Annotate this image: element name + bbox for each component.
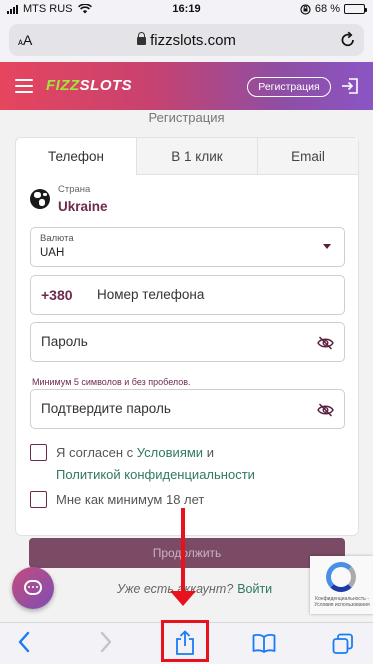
terms-link[interactable]: Условиями	[137, 445, 203, 460]
eye-off-icon[interactable]	[317, 403, 334, 417]
registration-tabs: Телефон В 1 клик Email	[16, 138, 358, 175]
recaptcha-icon	[326, 562, 356, 592]
terms-checkbox[interactable]	[30, 444, 47, 461]
register-button[interactable]: Регистрация	[247, 77, 331, 97]
tab-phone[interactable]: Телефон	[16, 138, 136, 175]
logo-part-slots: SLOTS	[79, 77, 133, 94]
globe-icon	[30, 189, 50, 209]
recaptcha-badge[interactable]: Конфиденциальность - Условия использован…	[310, 556, 373, 614]
forward-icon[interactable]	[99, 631, 113, 653]
currency-value: UAH	[40, 247, 65, 259]
terms-text-line2: Политикой конфиденциальности	[56, 467, 255, 482]
site-logo[interactable]: FIZZSLOTS	[46, 77, 132, 94]
back-icon[interactable]	[17, 631, 31, 653]
age-confirmation-label: Мне как минимум 18 лет	[56, 492, 205, 507]
orientation-lock-icon	[300, 3, 311, 15]
annotation-arrow-head	[170, 591, 196, 606]
address-bar[interactable]: ᴀA fizzslots.com	[9, 24, 364, 56]
terms-prefix: Я согласен с	[56, 445, 134, 460]
tabs-icon[interactable]	[332, 633, 354, 655]
status-bar: MTS RUS 16:19 68 %	[0, 0, 373, 20]
battery-icon	[344, 4, 367, 14]
browser-url-area: ᴀA fizzslots.com	[0, 20, 373, 60]
password-hint: Минимум 5 символов и без пробелов.	[32, 377, 191, 387]
battery-percent: 68 %	[314, 3, 340, 15]
terms-text-line1: Я согласен с Условиями и	[56, 445, 214, 460]
tab-email[interactable]: Email	[257, 138, 358, 175]
status-right: 68 %	[300, 3, 367, 15]
url-display[interactable]: fizzslots.com	[9, 32, 364, 49]
eye-off-icon[interactable]	[317, 336, 334, 350]
confirm-password-field[interactable]: Подтвердите пароль	[30, 389, 345, 429]
currency-label: Валюта	[40, 233, 74, 244]
registration-card: Телефон В 1 клик Email Страна Ukraine Ва…	[15, 137, 359, 536]
confirm-password-placeholder: Подтвердите пароль	[41, 401, 171, 416]
continue-button[interactable]: Продолжить	[29, 538, 345, 568]
privacy-policy-link[interactable]: Политикой конфиденциальности	[56, 467, 255, 482]
password-field[interactable]: Пароль	[30, 322, 345, 362]
annotation-highlight-box	[161, 620, 209, 662]
chevron-down-icon	[323, 244, 331, 249]
page-content: Регистрация Телефон В 1 клик Email Стран…	[0, 110, 373, 622]
tab-one-click[interactable]: В 1 клик	[136, 138, 257, 175]
chat-support-button[interactable]	[12, 567, 54, 609]
phone-prefix: +380	[41, 287, 73, 303]
terms-and: и	[206, 445, 214, 460]
site-header: FIZZSLOTS Регистрация	[0, 62, 373, 110]
login-link[interactable]: Войти	[237, 582, 272, 596]
phone-placeholder: Номер телефона	[97, 287, 205, 302]
hamburger-menu-icon[interactable]	[15, 79, 33, 97]
country-value: Ukraine	[58, 199, 108, 214]
page-title: Регистрация	[148, 110, 225, 125]
logo-part-fizz: FIZZ	[46, 77, 80, 94]
bookmarks-icon[interactable]	[252, 633, 276, 653]
currency-select[interactable]: Валюта UAH	[30, 227, 345, 267]
chat-dots	[28, 586, 38, 588]
recaptcha-text: Конфиденциальность - Условия использован…	[314, 596, 370, 608]
age-checkbox[interactable]	[30, 491, 47, 508]
screen: MTS RUS 16:19 68 % ᴀA fizzslots.com FIZZ…	[0, 0, 373, 664]
url-text: fizzslots.com	[150, 32, 236, 49]
login-icon[interactable]	[340, 76, 360, 96]
annotation-arrow-shaft	[181, 508, 185, 594]
reload-icon[interactable]	[340, 31, 356, 48]
phone-field[interactable]: +380 Номер телефона	[30, 275, 345, 315]
country-label: Страна	[58, 184, 91, 195]
password-placeholder: Пароль	[41, 334, 88, 349]
lock-icon	[137, 32, 147, 45]
